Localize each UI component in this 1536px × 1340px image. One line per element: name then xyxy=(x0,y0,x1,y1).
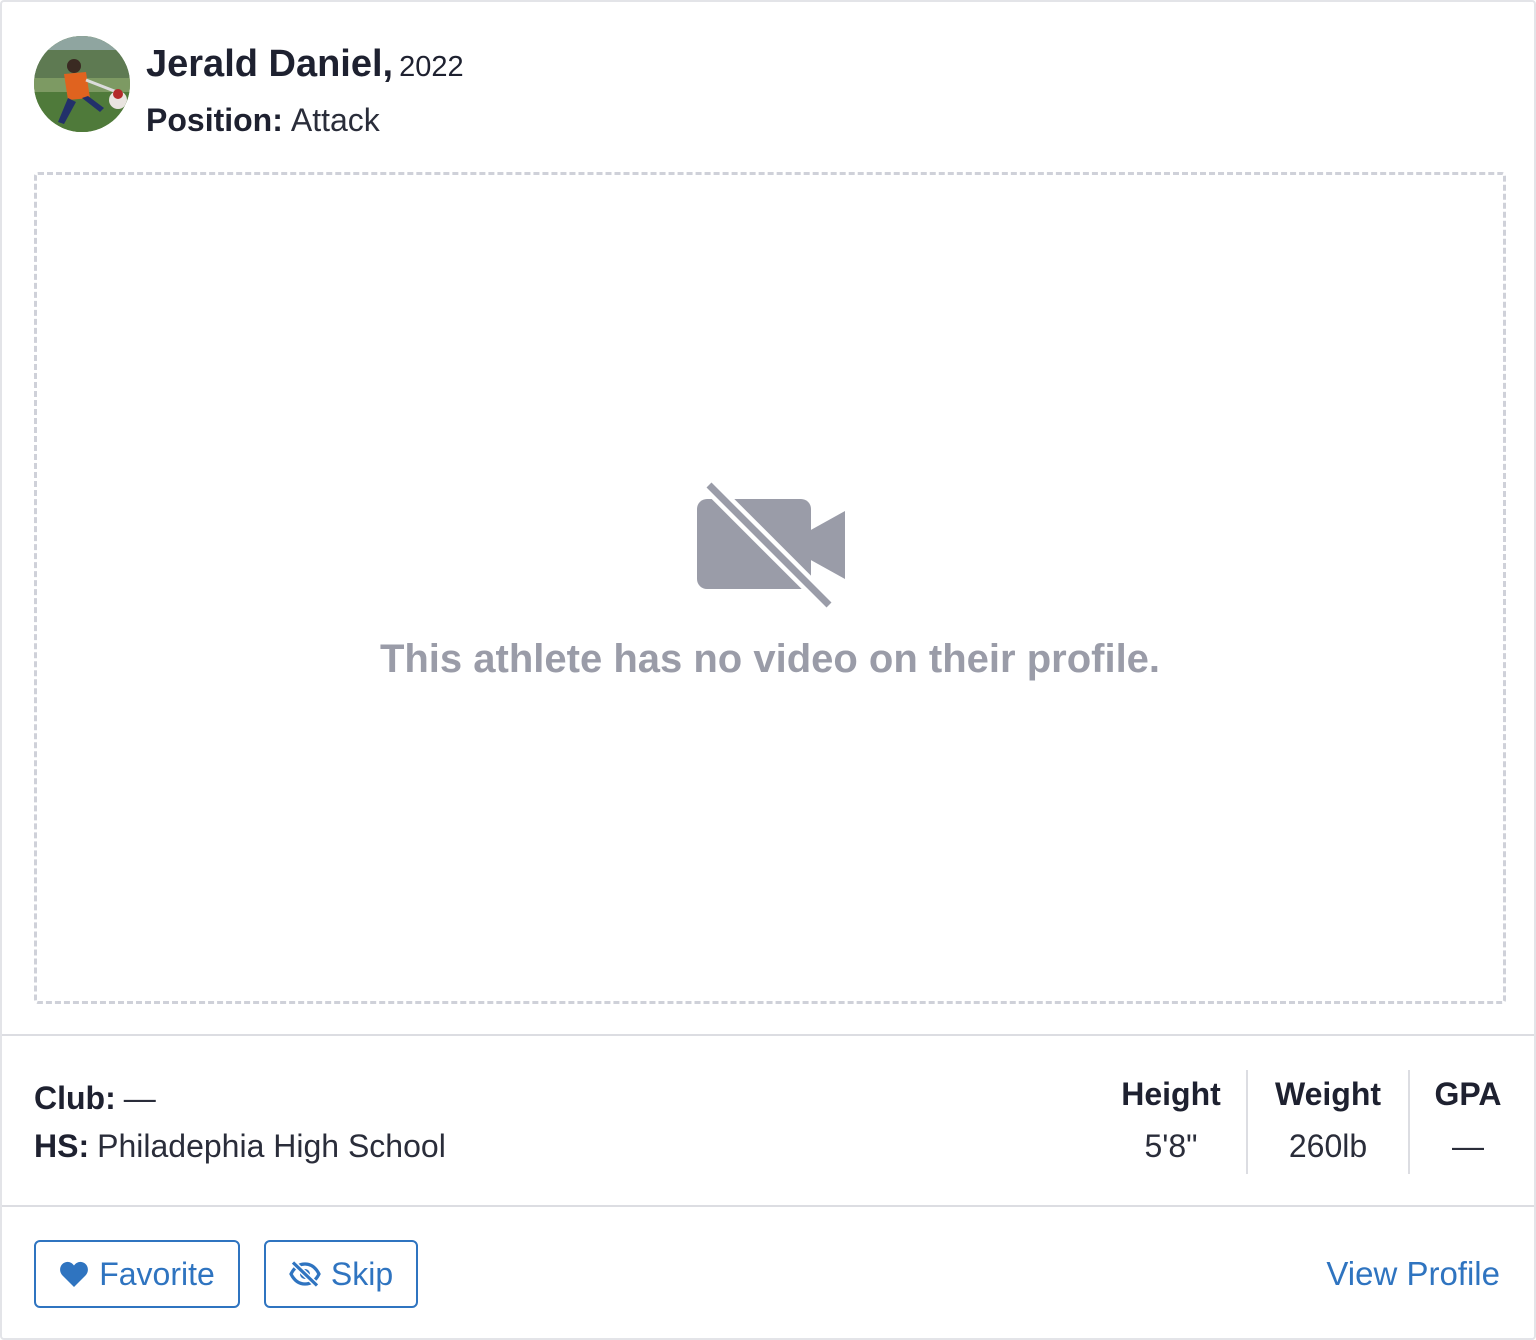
skip-label: Skip xyxy=(330,1255,394,1292)
no-video-message: This athlete has no video on their profi… xyxy=(379,637,1161,681)
club-label: Club: xyxy=(34,1080,116,1116)
heart-icon xyxy=(59,1260,89,1288)
stat-value: — xyxy=(1452,1128,1484,1164)
club-value: — xyxy=(123,1080,156,1116)
stat-label: Height xyxy=(1121,1076,1221,1112)
athlete-card: Jerald Daniel, 2022 Position: Attack This … xyxy=(0,0,1536,1340)
favorite-button[interactable]: Favorite xyxy=(34,1240,240,1308)
athlete-heading: Jerald Daniel, 2022 Position: Attack xyxy=(146,36,464,140)
stat-label: GPA xyxy=(1434,1076,1502,1112)
divider xyxy=(2,1205,1534,1207)
stat-value: 260lb xyxy=(1288,1128,1368,1164)
athlete-header: Jerald Daniel, 2022 Position: Attack xyxy=(34,36,464,138)
stat-value: 5'8" xyxy=(1144,1128,1198,1164)
skip-button[interactable]: Skip xyxy=(264,1240,418,1308)
position-line: Position: Attack xyxy=(146,100,464,140)
club-line: Club: — xyxy=(34,1078,156,1118)
high-school-label: HS: xyxy=(34,1128,90,1164)
stat-gpa: GPA — xyxy=(1408,1070,1502,1174)
high-school-line: HS: Philadephia High School xyxy=(34,1126,446,1166)
grad-year: 2022 xyxy=(399,51,464,83)
favorite-label: Favorite xyxy=(99,1255,215,1292)
eye-slash-icon xyxy=(289,1261,321,1287)
name-line: Jerald Daniel, 2022 xyxy=(146,42,464,94)
avatar-photo xyxy=(34,36,130,132)
avatar[interactable] xyxy=(34,36,130,132)
high-school-value: Philadephia High School xyxy=(97,1128,446,1164)
video-placeholder: This athlete has no video on their profi… xyxy=(34,172,1506,1004)
video-slash-icon xyxy=(697,481,845,611)
stat-height: Height 5'8" xyxy=(1096,1070,1246,1174)
position-value: Attack xyxy=(290,102,380,138)
divider xyxy=(2,1034,1534,1036)
athlete-name[interactable]: Jerald Daniel, xyxy=(146,43,393,85)
stat-label: Weight xyxy=(1274,1076,1382,1112)
stat-weight: Weight 260lb xyxy=(1246,1070,1408,1174)
view-profile-link[interactable]: View Profile xyxy=(1326,1252,1500,1296)
athlete-stats: Height 5'8" Weight 260lb GPA — xyxy=(1096,1070,1502,1174)
position-label: Position: xyxy=(146,102,283,138)
